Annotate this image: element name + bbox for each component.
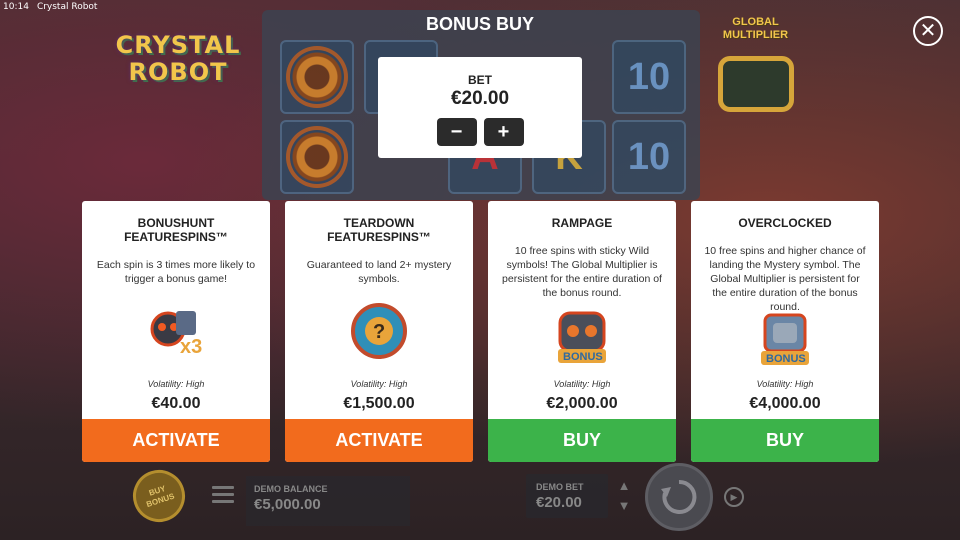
bonus-card-overclocked: OVERCLOCKED 10 free spins and higher cha… — [691, 201, 879, 462]
demo-bet-label: DEMO BET — [536, 482, 584, 492]
gear-icon — [290, 130, 344, 184]
close-button[interactable]: ✕ — [913, 16, 943, 46]
card-description: Each spin is 3 times more likely to trig… — [96, 259, 256, 285]
card-volatility: Volatility: High — [553, 379, 611, 389]
chevron-up-icon[interactable]: ▲ — [614, 478, 634, 498]
menu-icon[interactable] — [212, 486, 234, 504]
robot-bonus-icon: BONUS — [558, 311, 606, 363]
card-title: OVERCLOCKED — [738, 216, 832, 230]
global-multiplier-frame — [718, 56, 794, 112]
autoplay-icon: ▶ — [730, 492, 738, 502]
logo-line2: ROBOT — [128, 58, 228, 86]
card-title: BONUSHUNT FEATURESPINS™ — [124, 216, 228, 244]
gear-icon — [290, 50, 344, 104]
bonus-x3-icon: x3 — [150, 311, 202, 358]
bonus-card-teardown: TEARDOWN FEATURESPINS™ Guaranteed to lan… — [285, 201, 473, 462]
activate-button[interactable]: ACTIVATE — [82, 419, 270, 462]
svg-text:?: ? — [373, 321, 385, 343]
card-price: €4,000.00 — [749, 395, 821, 412]
card-volatility: Volatility: High — [756, 379, 814, 389]
chevron-down-icon[interactable]: ▼ — [614, 498, 634, 518]
card-description: 10 free spins and higher chance of landi… — [704, 245, 866, 313]
card-description: 10 free spins with sticky Wild symbols! … — [502, 245, 662, 299]
buy-button[interactable]: BUY — [488, 419, 676, 462]
bet-display: DEMO BET €20.00 — [526, 474, 608, 518]
reel-symbol-gear — [280, 40, 354, 114]
svg-text:BONUS: BONUS — [766, 353, 806, 365]
activate-button[interactable]: ACTIVATE — [285, 419, 473, 462]
bonus-card-bonushunt: BONUSHUNT FEATURESPINS™ Each spin is 3 t… — [82, 201, 270, 462]
global-multiplier-label: GLOBAL MULTIPLIER — [722, 16, 789, 41]
game-logo: CRYSTAL ROBOT — [108, 32, 248, 86]
buy-bonus-label: BUY BONUS — [145, 483, 176, 510]
balance-value: €5,000.00 — [254, 496, 321, 513]
bet-arrows: ▲ ▼ — [614, 478, 634, 518]
spin-icon — [661, 479, 697, 514]
close-icon: ✕ — [919, 20, 937, 42]
reel-symbol-10: 10 — [612, 40, 686, 114]
svg-text:x3: x3 — [180, 336, 202, 358]
window-titlebar: 10:14 Crystal Robot — [0, 0, 200, 14]
clock: 10:14 — [3, 2, 29, 12]
demo-bet-value: €20.00 — [536, 494, 582, 511]
card-price: €1,500.00 — [343, 395, 415, 412]
card-title: TEARDOWN FEATURESPINS™ — [327, 216, 431, 244]
bet-value: €20.00 — [450, 88, 510, 109]
reel-symbol-gear — [280, 120, 354, 194]
increase-bet-button[interactable]: + — [483, 118, 524, 146]
card-volatility: Volatility: High — [350, 379, 408, 389]
card-price: €40.00 — [151, 395, 201, 412]
mystery-gear-icon: ? — [351, 303, 407, 359]
bet-label: BET — [468, 73, 492, 87]
svg-text:BONUS: BONUS — [563, 351, 603, 363]
card-title: RAMPAGE — [551, 216, 613, 230]
fist-bonus-icon: BONUS — [761, 313, 809, 365]
card-price: €2,000.00 — [546, 395, 618, 412]
autoplay-button[interactable]: ▶ — [724, 487, 744, 507]
reel-symbol-10: 10 — [612, 120, 686, 194]
modal-title: BONUS BUY — [425, 14, 534, 34]
spin-button[interactable] — [645, 463, 713, 531]
bet-panel: BET €20.00 − + — [378, 57, 582, 158]
card-description: Guaranteed to land 2+ mystery symbols. — [306, 259, 452, 285]
balance-label: DEMO BALANCE — [254, 484, 328, 494]
bonus-card-rampage: RAMPAGE 10 free spins with sticky Wild s… — [488, 201, 676, 462]
buy-button[interactable]: BUY — [691, 419, 879, 462]
balance-display: DEMO BALANCE €5,000.00 — [246, 476, 410, 526]
logo-line1: CRYSTAL — [115, 31, 241, 59]
decrease-bet-button[interactable]: − — [436, 118, 477, 146]
card-volatility: Volatility: High — [147, 379, 205, 389]
window-title: Crystal Robot — [36, 2, 98, 12]
